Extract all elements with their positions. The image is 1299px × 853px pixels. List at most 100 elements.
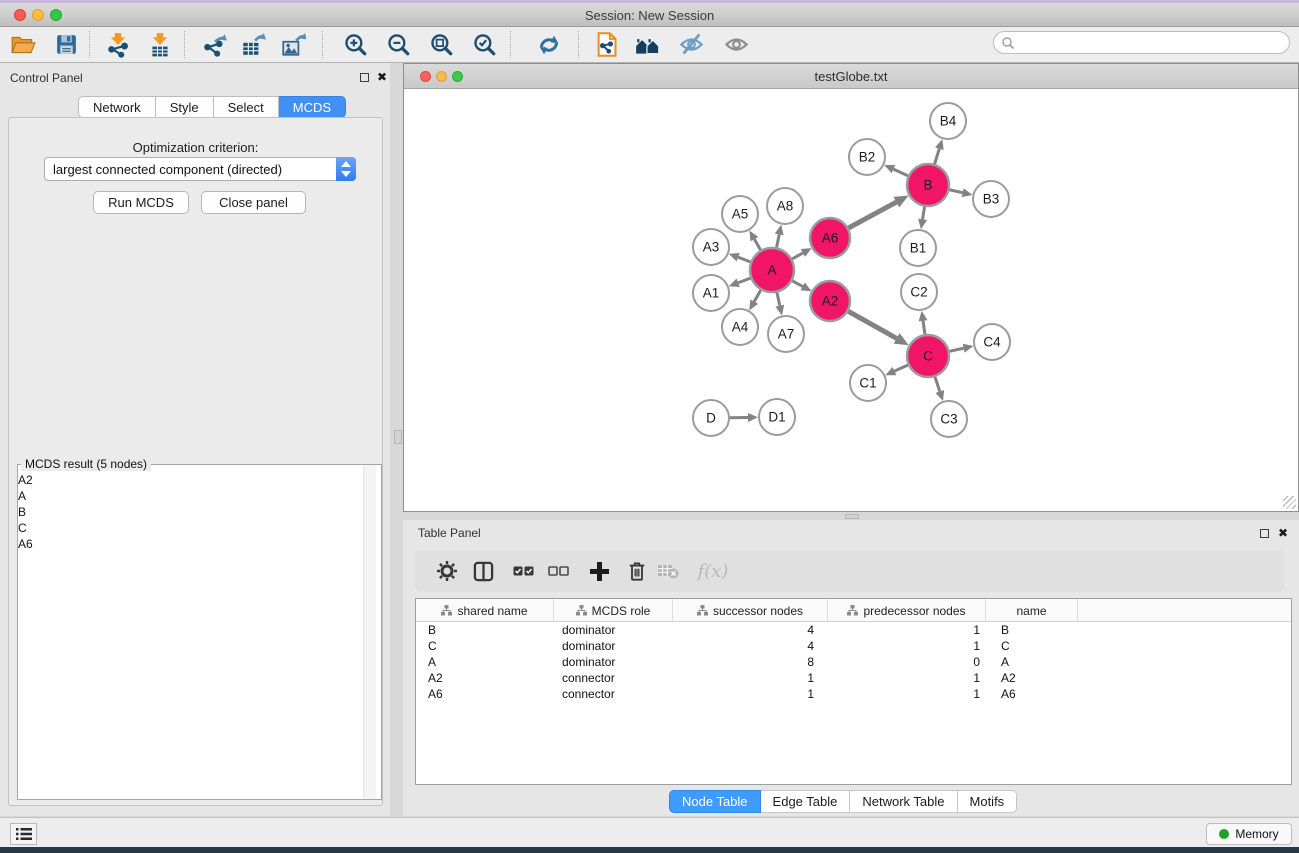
hide-graphics-details-icon[interactable] bbox=[676, 29, 706, 60]
function-builder-icon[interactable]: f(x) bbox=[691, 556, 735, 586]
add-column-icon[interactable] bbox=[584, 556, 614, 586]
graph-edge-A-A1[interactable] bbox=[738, 278, 750, 283]
export-image-icon[interactable] bbox=[278, 29, 308, 60]
search-input[interactable] bbox=[1015, 35, 1289, 51]
column-header-mcds-role[interactable]: MCDS role bbox=[554, 599, 673, 622]
cell-mcds-role[interactable]: connector bbox=[554, 687, 673, 701]
tab-select[interactable]: Select bbox=[214, 96, 279, 118]
column-header-predecessor-nodes[interactable]: predecessor nodes bbox=[828, 599, 986, 622]
cell-name[interactable]: C bbox=[986, 639, 1078, 653]
graph-edge-C-C1[interactable] bbox=[894, 365, 907, 371]
table-row[interactable]: C dominator 4 1 C bbox=[416, 638, 1291, 654]
tab-node-table[interactable]: Node Table bbox=[669, 790, 761, 813]
column-header-shared-name[interactable]: shared name bbox=[416, 599, 554, 622]
table-row[interactable]: A dominator 8 0 A bbox=[416, 654, 1291, 670]
cell-predecessor-nodes[interactable]: 0 bbox=[828, 655, 986, 669]
cell-name[interactable]: A6 bbox=[986, 687, 1078, 701]
cell-name[interactable]: A bbox=[986, 655, 1078, 669]
cell-shared-name[interactable]: C bbox=[416, 639, 554, 653]
memory-button[interactable]: Memory bbox=[1206, 823, 1292, 845]
graph-edge-A-A6[interactable] bbox=[792, 253, 803, 259]
cell-predecessor-nodes[interactable]: 1 bbox=[828, 687, 986, 701]
result-list-scrollbar[interactable] bbox=[363, 465, 376, 799]
graph-edge-C-C2[interactable] bbox=[923, 321, 925, 334]
column-header-name[interactable]: name bbox=[986, 599, 1078, 622]
horizontal-splitter-handle[interactable] bbox=[845, 514, 859, 519]
graph-edge-A2-C[interactable] bbox=[848, 311, 896, 338]
settings-gear-icon[interactable] bbox=[432, 556, 462, 586]
cell-successor-nodes[interactable]: 1 bbox=[673, 687, 828, 701]
delete-column-icon[interactable] bbox=[622, 556, 652, 586]
graph-edge-B-B3[interactable] bbox=[949, 190, 962, 193]
graph-edge-A-A2[interactable] bbox=[792, 281, 802, 287]
cell-successor-nodes[interactable]: 4 bbox=[673, 639, 828, 653]
export-table-icon[interactable] bbox=[238, 29, 268, 60]
cell-shared-name[interactable]: A6 bbox=[416, 687, 554, 701]
cell-shared-name[interactable]: B bbox=[416, 623, 554, 637]
float-table-panel-icon[interactable] bbox=[1260, 529, 1269, 538]
tab-network[interactable]: Network bbox=[78, 96, 156, 118]
mcds-result-item[interactable]: A6 bbox=[18, 536, 368, 552]
show-column-icon[interactable] bbox=[468, 556, 498, 586]
tab-mcds[interactable]: MCDS bbox=[279, 96, 346, 118]
zoom-out-icon[interactable] bbox=[383, 29, 413, 60]
run-mcds-button[interactable]: Run MCDS bbox=[93, 191, 189, 214]
cell-successor-nodes[interactable]: 4 bbox=[673, 623, 828, 637]
clear-all-checkboxes-icon[interactable] bbox=[543, 556, 573, 586]
graph-edge-A-A4[interactable] bbox=[754, 290, 761, 302]
tab-motifs[interactable]: Motifs bbox=[958, 790, 1018, 813]
graph-edge-A-A7[interactable] bbox=[777, 292, 780, 305]
save-session-icon[interactable] bbox=[51, 29, 81, 60]
cell-shared-name[interactable]: A2 bbox=[416, 671, 554, 685]
graph-edge-A6-B[interactable] bbox=[848, 202, 896, 228]
graph-edge-A-A3[interactable] bbox=[738, 257, 750, 262]
network-from-file-icon[interactable] bbox=[591, 29, 621, 60]
graph-edge-A-A8[interactable] bbox=[777, 234, 780, 247]
cell-mcds-role[interactable]: dominator bbox=[554, 623, 673, 637]
float-panel-icon[interactable] bbox=[360, 73, 369, 82]
resize-grip-icon[interactable] bbox=[1283, 496, 1296, 509]
task-history-list-icon[interactable] bbox=[10, 823, 37, 845]
cell-mcds-role[interactable]: connector bbox=[554, 671, 673, 685]
close-panel-button[interactable]: Close panel bbox=[201, 191, 306, 214]
table-row[interactable]: A2 connector 1 1 A2 bbox=[416, 670, 1291, 686]
cell-name[interactable]: B bbox=[986, 623, 1078, 637]
graph-edge-B-B1[interactable] bbox=[923, 207, 925, 220]
vertical-splitter-handle[interactable] bbox=[394, 430, 402, 444]
mcds-result-item[interactable]: B bbox=[18, 504, 368, 520]
cell-mcds-role[interactable]: dominator bbox=[554, 655, 673, 669]
select-all-checkboxes-icon[interactable] bbox=[508, 556, 538, 586]
mcds-result-item[interactable]: A bbox=[18, 488, 368, 504]
cell-successor-nodes[interactable]: 1 bbox=[673, 671, 828, 685]
export-network-icon[interactable] bbox=[200, 29, 230, 60]
select-stepper-icon[interactable] bbox=[336, 157, 356, 181]
search-field[interactable] bbox=[993, 31, 1290, 54]
criterion-select[interactable]: largest connected component (directed) bbox=[44, 157, 356, 181]
refresh-icon[interactable] bbox=[534, 29, 564, 60]
column-header-successor-nodes[interactable]: successor nodes bbox=[673, 599, 828, 622]
open-folder-icon[interactable] bbox=[8, 29, 38, 60]
cell-shared-name[interactable]: A bbox=[416, 655, 554, 669]
cell-successor-nodes[interactable]: 8 bbox=[673, 655, 828, 669]
cell-name[interactable]: A2 bbox=[986, 671, 1078, 685]
close-table-panel-icon[interactable]: ✖ bbox=[1278, 528, 1288, 538]
mcds-result-item[interactable]: C bbox=[18, 520, 368, 536]
close-panel-icon[interactable]: ✖ bbox=[377, 72, 387, 82]
graph-edge-B-B2[interactable] bbox=[893, 169, 908, 176]
mcds-result-item[interactable]: A2 bbox=[18, 472, 368, 488]
graph-edge-B-B4[interactable] bbox=[935, 149, 940, 164]
graph-edge-C-C3[interactable] bbox=[935, 377, 940, 392]
import-network-icon[interactable] bbox=[103, 29, 133, 60]
cell-predecessor-nodes[interactable]: 1 bbox=[828, 623, 986, 637]
zoom-fit-icon[interactable] bbox=[426, 29, 456, 60]
zoom-selected-icon[interactable] bbox=[469, 29, 499, 60]
graph-edge-A-A5[interactable] bbox=[754, 239, 760, 250]
import-table-icon[interactable] bbox=[145, 29, 175, 60]
cell-predecessor-nodes[interactable]: 1 bbox=[828, 639, 986, 653]
table-row[interactable]: B dominator 4 1 B bbox=[416, 622, 1291, 638]
cell-mcds-role[interactable]: dominator bbox=[554, 639, 673, 653]
graph-edge-C-C4[interactable] bbox=[949, 348, 963, 351]
show-graphics-details-icon[interactable] bbox=[721, 29, 751, 60]
zoom-in-icon[interactable] bbox=[340, 29, 370, 60]
network-canvas[interactable]: AA1A3A5A8A4A7A6A2BB2B4B3B1CC2C4C1C3DD1 bbox=[404, 89, 1298, 511]
